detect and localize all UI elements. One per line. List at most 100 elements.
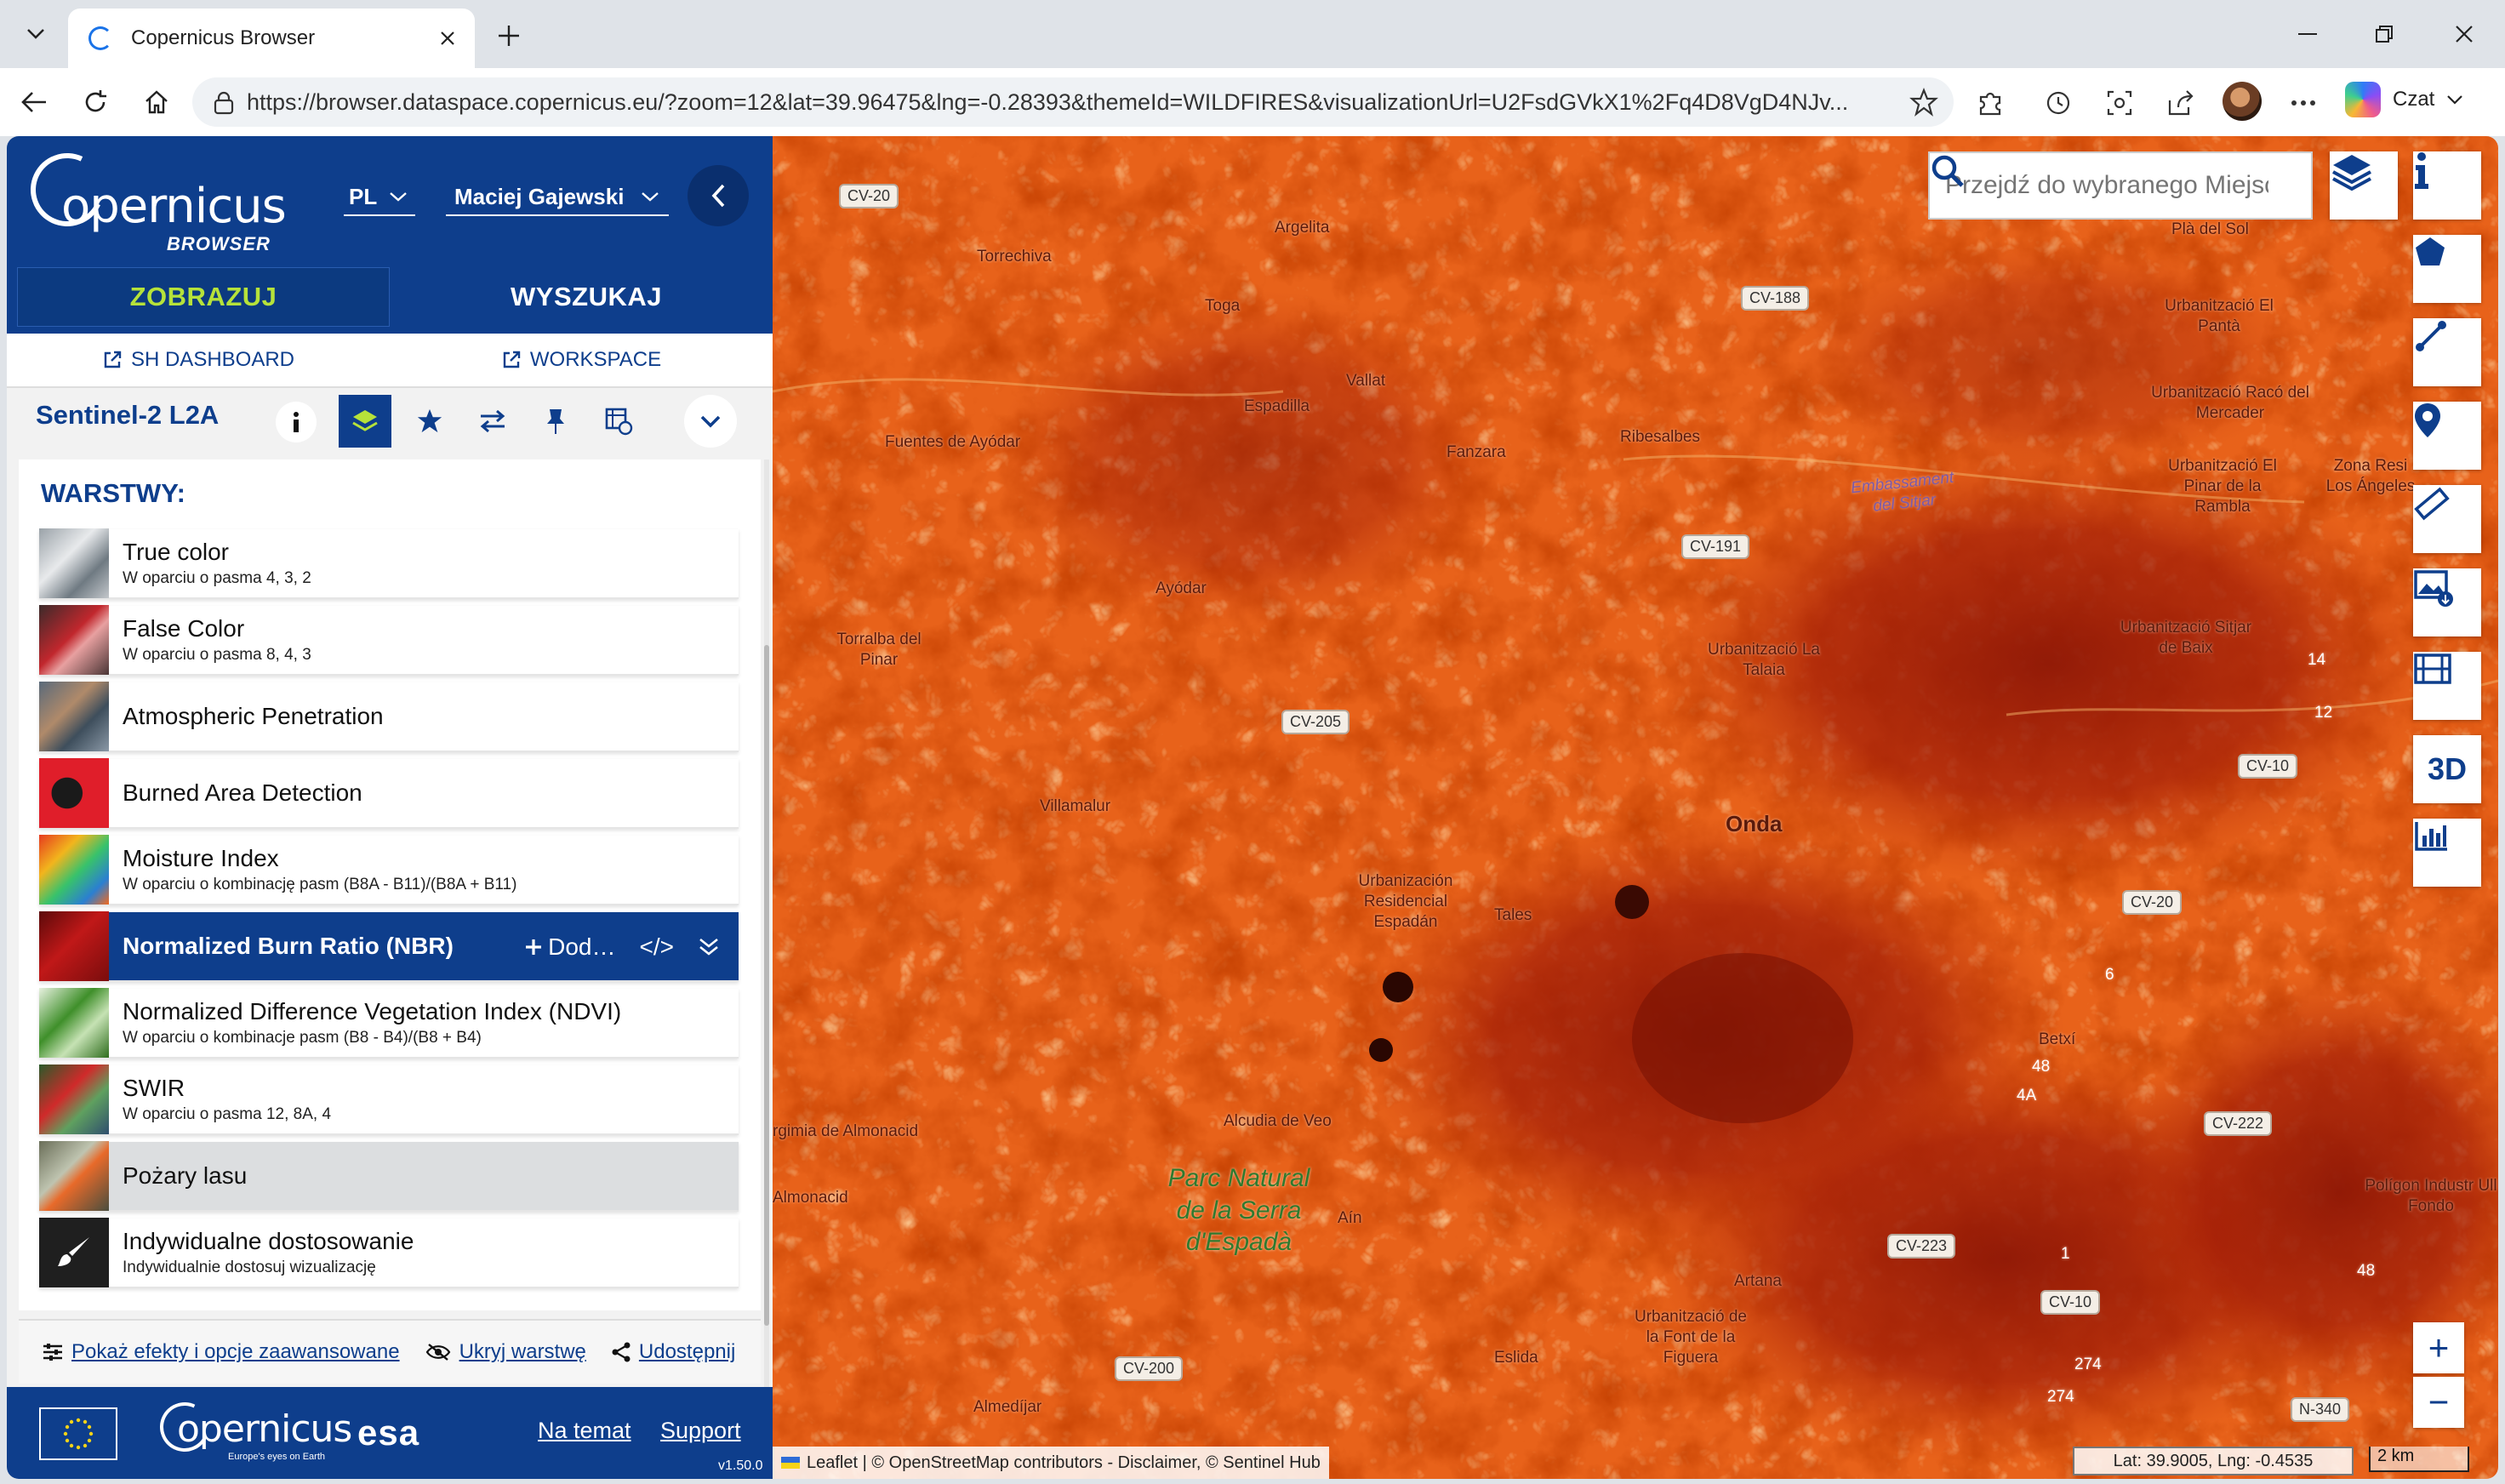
- map-label: Eslida: [1494, 1349, 1538, 1367]
- external-links: SH DASHBOARD WORKSPACE: [7, 334, 773, 388]
- tab-close-button[interactable]: [431, 21, 465, 55]
- road-shield: CV-10: [2040, 1290, 2101, 1315]
- map-label: Artana: [1734, 1272, 1782, 1290]
- restore-button[interactable]: [2350, 12, 2418, 56]
- more-button[interactable]: [2284, 83, 2323, 123]
- language-value: PL: [349, 183, 378, 209]
- download-image-button[interactable]: [2413, 568, 2481, 636]
- history-button[interactable]: [2039, 83, 2078, 123]
- about-link[interactable]: Na temat: [538, 1418, 631, 1444]
- layer-thumbnail: [39, 835, 109, 905]
- external-link-icon: [503, 351, 521, 368]
- histogram-button[interactable]: [2413, 819, 2481, 887]
- support-link[interactable]: Support: [660, 1418, 741, 1444]
- extensions-button[interactable]: [1971, 83, 2010, 123]
- pin-button[interactable]: [529, 395, 582, 448]
- timelapse-button[interactable]: [592, 395, 645, 448]
- user-menu[interactable]: Maciej Gajewski: [446, 179, 669, 216]
- map-label: Betxí: [2039, 1030, 2076, 1048]
- reload-button[interactable]: [75, 82, 116, 123]
- place-marker-button[interactable]: [2413, 402, 2481, 470]
- screenshot-button[interactable]: [2100, 83, 2139, 123]
- share-button[interactable]: [2161, 83, 2200, 123]
- pins-favorite-button[interactable]: [403, 395, 456, 448]
- draw-line-button[interactable]: [2413, 318, 2481, 386]
- share-link[interactable]: Udostępnij: [612, 1340, 735, 1364]
- search-input[interactable]: [1945, 171, 2268, 200]
- map-label: Ayódar: [1155, 579, 1207, 597]
- code-view-button[interactable]: </>: [640, 933, 674, 961]
- tab-strip: Copernicus Browser: [0, 0, 2505, 68]
- ukraine-flag-icon: [781, 1457, 800, 1469]
- zoom-out-button[interactable]: −: [2413, 1377, 2464, 1428]
- zoom-in-button[interactable]: +: [2413, 1322, 2464, 1373]
- dataset-bar: Sentinel-2 L2A: [7, 388, 773, 453]
- home-button[interactable]: [136, 82, 177, 123]
- language-select[interactable]: PL: [344, 179, 415, 216]
- layer-thumbnail: [39, 911, 109, 981]
- workspace-link[interactable]: WORKSPACE: [390, 348, 773, 372]
- map-label: Polígon Industr Ull Fondo: [2365, 1177, 2497, 1215]
- map-label: Villamalur: [1040, 797, 1111, 815]
- copilot-label: Czat: [2393, 88, 2435, 111]
- collapse-panel-button[interactable]: [688, 165, 749, 226]
- draw-area-button[interactable]: [2413, 235, 2481, 303]
- layer-false-color[interactable]: False Color W oparciu o pasma 8, 4, 3: [39, 605, 739, 676]
- layers-tab-button[interactable]: [339, 395, 391, 448]
- hide-layer-link[interactable]: Ukryj warstwę: [425, 1340, 586, 1364]
- minimize-button[interactable]: [2274, 12, 2342, 56]
- location-search[interactable]: [1928, 151, 2313, 220]
- dataset-expand-button[interactable]: [684, 395, 737, 448]
- tab-search[interactable]: WYSZUKAJ: [400, 260, 773, 334]
- layer-true-color[interactable]: True color W oparciu o pasma 4, 3, 2: [39, 528, 739, 599]
- layer-ndvi[interactable]: Normalized Difference Vegetation Index (…: [39, 988, 739, 1059]
- layer-custom[interactable]: Indywidualne dostosowanie Indywidualnie d…: [39, 1218, 739, 1288]
- route-number: 14: [2308, 651, 2326, 669]
- advanced-options-link[interactable]: Pokaż efekty i opcje zaawansowane: [43, 1340, 400, 1364]
- profile-avatar[interactable]: [2223, 82, 2262, 121]
- attribution-text[interactable]: Leaflet | © OpenStreetMap contributors -…: [807, 1453, 1321, 1473]
- layer-moisture-index[interactable]: Moisture Index W oparciu o kombinację pas…: [39, 835, 739, 905]
- layer-name: Moisture Index: [123, 845, 279, 871]
- new-tab-button[interactable]: [488, 15, 529, 56]
- layer-name: False Color: [123, 615, 245, 642]
- layer-desc: W oparciu o pasma 12, 8A, 4: [123, 1105, 332, 1123]
- layers-title: WARSTWY:: [41, 478, 185, 508]
- dataset-info-button[interactable]: [276, 402, 317, 442]
- window-close-button[interactable]: [2430, 12, 2498, 56]
- road-shield: CV-20: [839, 184, 899, 208]
- star-icon[interactable]: [1909, 88, 1938, 117]
- home-icon: [146, 90, 168, 114]
- layer-nbr-selected[interactable]: Normalized Burn Ratio (NBR) Dod… </>: [39, 911, 739, 982]
- tab-list-button[interactable]: [14, 12, 58, 56]
- footer-logo-word: opernicus: [177, 1407, 352, 1451]
- esa-logo[interactable]: esa: [357, 1413, 419, 1453]
- map-view[interactable]: Torrechiva Argelita Toga Vallat Espadill…: [773, 136, 2498, 1479]
- tab-visualize[interactable]: ZOBRAZUJ: [17, 267, 390, 327]
- 3d-view-button[interactable]: 3D: [2413, 735, 2481, 803]
- copernicus-logo[interactable]: opernicus BROWSER: [20, 142, 287, 254]
- double-chevron-down-icon[interactable]: [698, 937, 720, 957]
- measure-button[interactable]: [2413, 485, 2481, 553]
- basemap-layers-button[interactable]: [2330, 151, 2398, 220]
- add-layer-button[interactable]: Dod…: [524, 933, 616, 961]
- layers-icon: [2332, 155, 2371, 191]
- url-field[interactable]: https://browser.dataspace.copernicus.eu/…: [192, 77, 1954, 127]
- layer-swir[interactable]: SWIR W oparciu o pasma 12, 8A, 4: [39, 1064, 739, 1135]
- search-icon: [1932, 155, 1964, 187]
- layer-desc: W oparciu o kombinację pasm (B8A - B11)/…: [123, 876, 517, 893]
- info-button[interactable]: [2413, 151, 2481, 220]
- copilot-button[interactable]: Czat: [2345, 82, 2463, 117]
- layer-burned-area-detection[interactable]: Burned Area Detection: [39, 758, 739, 829]
- compare-button[interactable]: [466, 395, 519, 448]
- sh-dashboard-link[interactable]: SH DASHBOARD: [7, 348, 390, 372]
- timelapse-map-button[interactable]: [2413, 652, 2481, 720]
- browser-tab[interactable]: Copernicus Browser: [68, 9, 475, 68]
- layer-wildfires[interactable]: Pożary lasu: [39, 1141, 739, 1212]
- back-button[interactable]: [14, 82, 54, 123]
- map-label: Alcudia de Veo: [1224, 1112, 1332, 1130]
- scrollbar-thumb[interactable]: [764, 645, 769, 1326]
- sliders-icon: [43, 1344, 62, 1361]
- layer-atmospheric-penetration[interactable]: Atmospheric Penetration: [39, 682, 739, 752]
- copernicus-footer-logo[interactable]: opernicus Europe's eyes on Earth: [152, 1395, 352, 1462]
